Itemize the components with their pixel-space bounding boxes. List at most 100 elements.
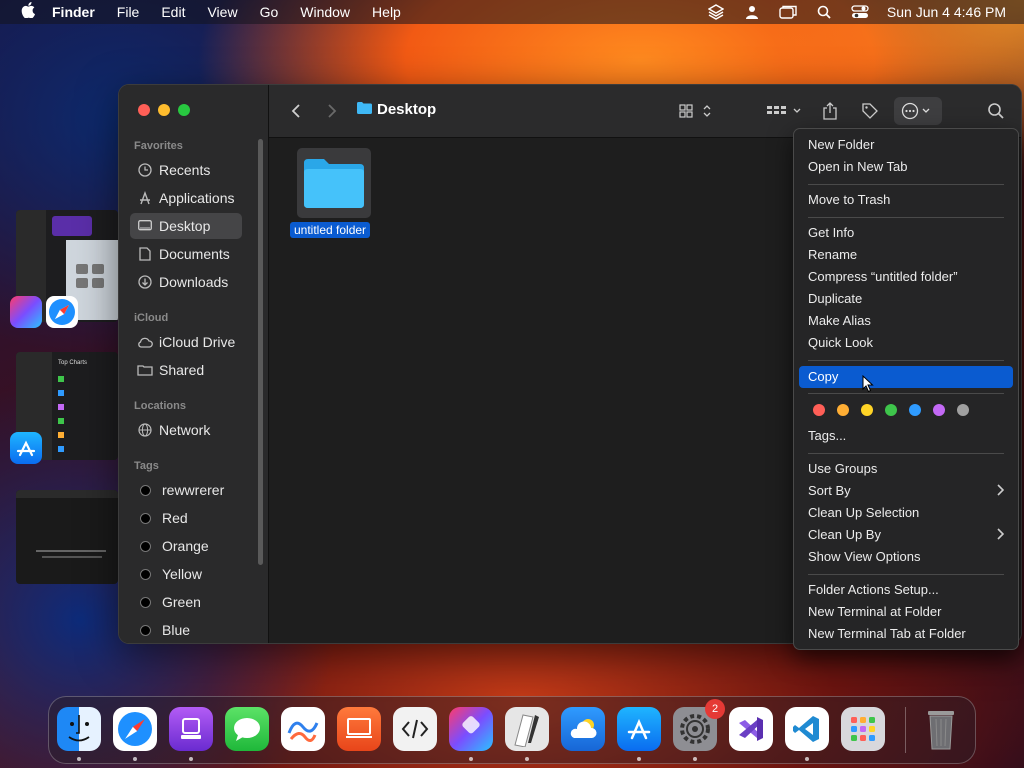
zoom-button[interactable] [178,104,190,116]
menubar-clock[interactable]: Sun Jun 4 4:46 PM [887,4,1006,20]
menu-help[interactable]: Help [372,4,401,20]
window-controls [138,104,190,116]
menu-item-copy[interactable]: Copy [808,367,838,387]
sidebar-item-label: Applications [159,190,235,206]
group-icon[interactable] [766,99,804,123]
sidebar-item-label: Red [162,510,188,526]
close-button[interactable] [138,104,150,116]
control-center-icon[interactable] [851,4,869,20]
minimize-button[interactable] [158,104,170,116]
tag-gray-swatch[interactable] [957,404,969,416]
sidebar-scrollbar[interactable] [258,139,263,565]
tag-blue-swatch[interactable] [909,404,921,416]
sidebar-item-shared[interactable]: Shared [130,357,242,383]
launchpad-icon[interactable] [841,707,885,751]
tag-purple-swatch[interactable] [933,404,945,416]
menu-separator [808,217,1004,218]
apple-menu-icon[interactable] [18,2,38,22]
trash-icon[interactable] [919,707,963,751]
sidebar-tag-green[interactable]: Green [130,589,242,615]
window-icon[interactable] [779,4,797,20]
tag-orange-swatch[interactable] [837,404,849,416]
running-indicator [805,757,809,761]
sidebar-tag-red[interactable]: Red [130,505,242,531]
menu-window[interactable]: Window [300,4,350,20]
safari-icon[interactable] [113,707,157,751]
presentation-icon[interactable] [337,707,381,751]
menu-item-move-to-trash[interactable]: Move to Trash [808,190,890,210]
menu-item-get-info[interactable]: Get Info [808,223,854,243]
menu-item-show-view-options[interactable]: Show View Options [808,547,921,567]
messages-icon[interactable] [225,707,269,751]
sidebar-item-label: Downloads [159,274,229,290]
safari-app-icon[interactable] [46,296,78,328]
menu-item-new-terminal-tab[interactable]: New Terminal Tab at Folder [808,624,966,644]
menu-item-rename[interactable]: Rename [808,245,857,265]
folder-item[interactable] [297,148,371,218]
menu-go[interactable]: Go [260,4,279,20]
forward-icon[interactable] [327,99,337,123]
menu-item-compress[interactable]: Compress “untitled folder” [808,267,958,287]
share-icon[interactable] [822,99,838,123]
sidebar-item-documents[interactable]: Documents [130,241,242,267]
menu-item-new-folder[interactable]: New Folder [808,135,874,155]
sidebar-item-applications[interactable]: Applications [130,185,242,211]
shortcuts-app-icon[interactable] [10,296,42,328]
menu-item-use-groups[interactable]: Use Groups [808,459,877,479]
sidebar-item-label: Documents [159,246,230,262]
menu-view[interactable]: View [207,4,237,20]
user-icon[interactable] [743,4,761,20]
menu-item-tags[interactable]: Tags... [808,426,846,446]
cloud-icon [137,334,153,350]
stage-thumbnail-3[interactable] [16,490,118,584]
dock-divider [905,707,906,753]
sidebar-tag-yellow[interactable]: Yellow [130,561,242,587]
podcasts-icon[interactable] [169,707,213,751]
vscode-icon[interactable] [785,707,829,751]
menu-separator [808,360,1004,361]
menu-file[interactable]: File [117,4,140,20]
code-editor-icon[interactable] [393,707,437,751]
menu-item-open-new-tab[interactable]: Open in New Tab [808,157,908,177]
tag-green-swatch[interactable] [885,404,897,416]
finder-icon[interactable] [57,707,101,751]
freeform-icon[interactable] [281,707,325,751]
search-icon[interactable] [987,99,1005,123]
folder-icon [357,101,372,118]
layers-icon[interactable] [707,4,725,20]
search-icon[interactable] [815,4,833,20]
sidebar-item-network[interactable]: Network [130,417,242,443]
app-store-app-icon[interactable] [10,432,42,464]
menu-item-duplicate[interactable]: Duplicate [808,289,862,309]
app-store-icon[interactable] [617,707,661,751]
sidebar-item-recents[interactable]: Recents [130,157,242,183]
tag-red-swatch[interactable] [813,404,825,416]
menu-item-quick-look[interactable]: Quick Look [808,333,873,353]
menu-item-sort-by[interactable]: Sort By [808,481,851,501]
more-actions-button[interactable] [894,97,942,125]
back-icon[interactable] [291,99,301,123]
system-settings-icon[interactable]: 2 [673,699,725,751]
shortcuts-icon[interactable] [449,707,493,751]
icon-view-icon[interactable] [679,99,713,123]
tag-icon[interactable] [861,99,879,123]
menu-separator [808,393,1004,394]
folder-label[interactable]: untitled folder [290,222,371,238]
sidebar-tag-orange[interactable]: Orange [130,533,242,559]
menu-item-clean-up-by[interactable]: Clean Up By [808,525,881,545]
tag-yellow-swatch[interactable] [861,404,873,416]
menu-finder[interactable]: Finder [52,4,95,20]
sidebar-item-icloud-drive[interactable]: iCloud Drive [130,329,242,355]
weather-icon[interactable] [561,707,605,751]
sidebar-item-desktop[interactable]: Desktop [130,213,242,239]
menu-edit[interactable]: Edit [161,4,185,20]
sidebar-item-downloads[interactable]: Downloads [130,269,242,295]
script-editor-icon[interactable] [505,707,549,751]
menu-item-new-terminal[interactable]: New Terminal at Folder [808,602,941,622]
menu-item-clean-up-selection[interactable]: Clean Up Selection [808,503,919,523]
menu-item-make-alias[interactable]: Make Alias [808,311,871,331]
sidebar-tag-blue[interactable]: Blue [130,617,242,643]
visual-studio-icon[interactable] [729,707,773,751]
sidebar-tag-rewwrerer[interactable]: rewwrerer [130,477,242,503]
menu-item-folder-actions[interactable]: Folder Actions Setup... [808,580,939,600]
